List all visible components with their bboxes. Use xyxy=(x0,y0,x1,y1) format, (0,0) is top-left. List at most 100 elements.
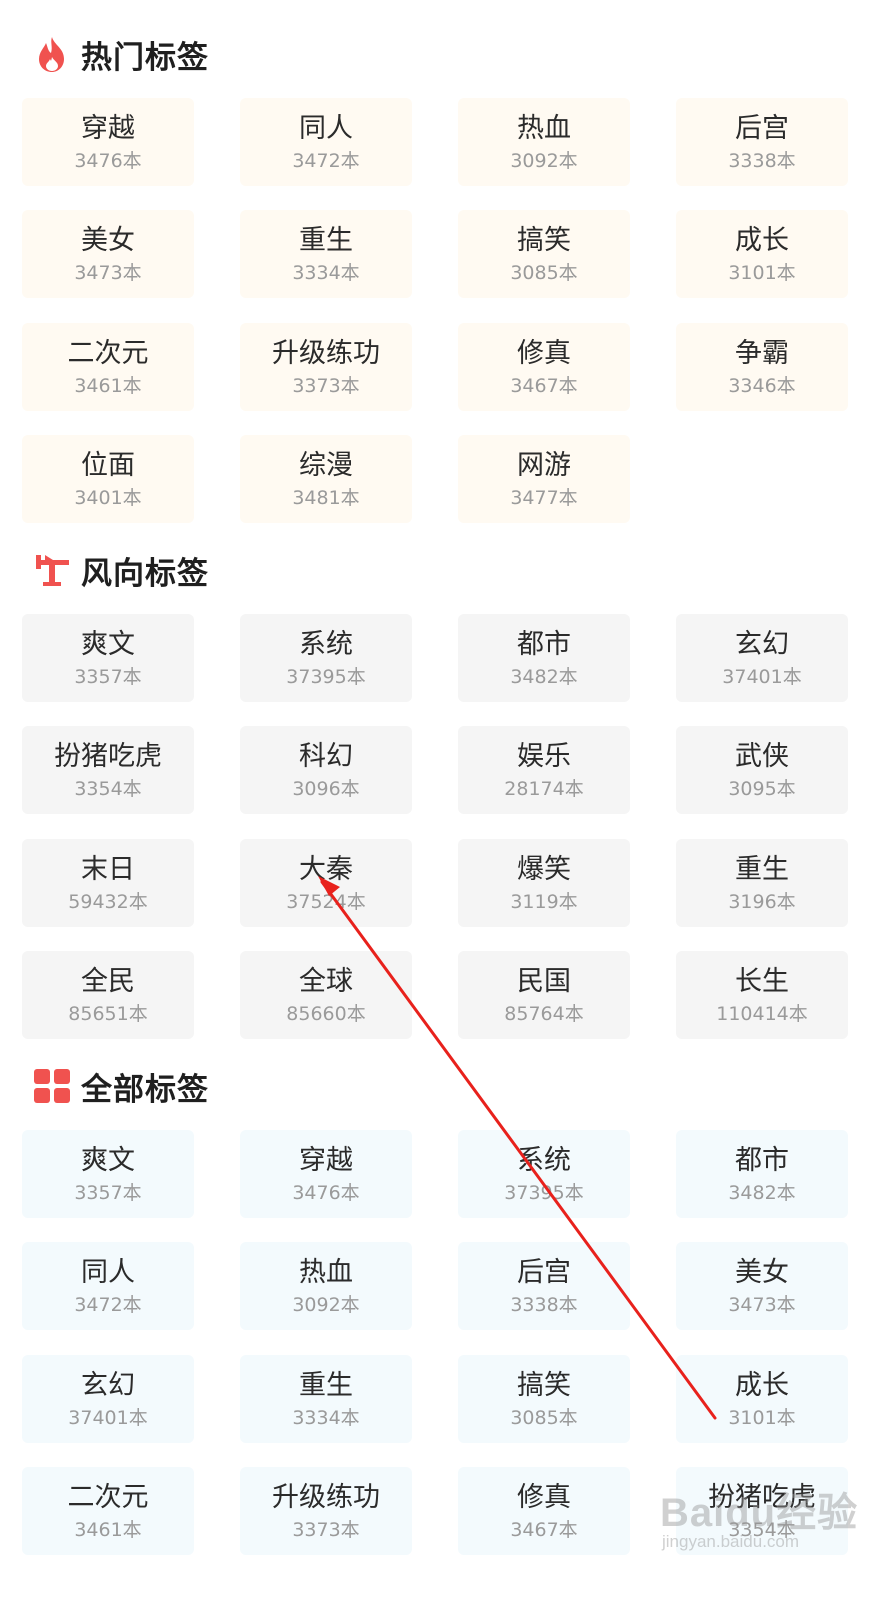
tag-count: 3373本 xyxy=(292,1519,360,1541)
tag-tile[interactable]: 后宫 3338本 xyxy=(676,98,848,186)
tag-tile[interactable]: 综漫 3481本 xyxy=(240,435,412,523)
tag-name: 成长 xyxy=(735,225,789,256)
tag-page: 热门标签 穿越 3476本 同人 3472本 热血 3092本 后宫 3338本 美女 3… xyxy=(0,0,873,1600)
tag-tile[interactable]: 科幻 3096本 xyxy=(240,726,412,814)
tag-count: 3101本 xyxy=(728,262,796,284)
tag-count: 3472本 xyxy=(292,150,360,172)
tag-tile[interactable]: 长生 110414本 xyxy=(676,951,848,1039)
weathervane-icon xyxy=(33,551,71,589)
tag-count: 3461本 xyxy=(74,1519,142,1541)
tag-tile[interactable]: 二次元 3461本 xyxy=(22,1467,194,1555)
tag-name: 大秦 xyxy=(299,854,353,885)
tag-name: 重生 xyxy=(299,1370,353,1401)
tag-count: 3196本 xyxy=(728,891,796,913)
section-title: 热门标签 xyxy=(81,39,209,76)
tag-count: 3476本 xyxy=(292,1182,360,1204)
tag-count: 3346本 xyxy=(728,375,796,397)
section-header: 风向标签 xyxy=(33,550,209,592)
tag-count: 59432本 xyxy=(68,891,148,913)
tag-tile[interactable]: 热血 3092本 xyxy=(458,98,630,186)
tag-name: 综漫 xyxy=(299,450,353,481)
tag-count: 3101本 xyxy=(728,1407,796,1429)
tag-tile[interactable]: 系统 37395本 xyxy=(458,1130,630,1218)
tag-tile[interactable]: 热血 3092本 xyxy=(240,1242,412,1330)
tag-tile[interactable]: 大秦 37524本 xyxy=(240,839,412,927)
tag-tile[interactable]: 后宫 3338本 xyxy=(458,1242,630,1330)
tag-tile[interactable]: 重生 3334本 xyxy=(240,210,412,298)
tag-name: 全球 xyxy=(299,966,353,997)
tag-count: 3473本 xyxy=(728,1294,796,1316)
tag-tile[interactable]: 扮猪吃虎 3354本 xyxy=(22,726,194,814)
tag-count: 3354本 xyxy=(74,778,142,800)
tag-name: 都市 xyxy=(517,629,571,660)
tag-tile[interactable]: 爽文 3357本 xyxy=(22,614,194,702)
tag-tile[interactable]: 爽文 3357本 xyxy=(22,1130,194,1218)
tag-tile[interactable]: 全民 85651本 xyxy=(22,951,194,1039)
tag-tile[interactable]: 系统 37395本 xyxy=(240,614,412,702)
tag-tile[interactable]: 搞笑 3085本 xyxy=(458,1355,630,1443)
tag-tile[interactable]: 末日 59432本 xyxy=(22,839,194,927)
tag-name: 后宫 xyxy=(517,1257,571,1288)
tag-tile[interactable]: 重生 3334本 xyxy=(240,1355,412,1443)
tag-count: 85660本 xyxy=(286,1003,366,1025)
section-header: 热门标签 xyxy=(33,34,209,76)
tag-tile[interactable]: 争霸 3346本 xyxy=(676,323,848,411)
tag-tile[interactable]: 同人 3472本 xyxy=(240,98,412,186)
tag-tile[interactable]: 都市 3482本 xyxy=(458,614,630,702)
tag-name: 搞笑 xyxy=(517,1370,571,1401)
tag-tile[interactable]: 同人 3472本 xyxy=(22,1242,194,1330)
tag-tile[interactable]: 武侠 3095本 xyxy=(676,726,848,814)
tag-name: 武侠 xyxy=(735,741,789,772)
tag-tile[interactable]: 修真 3467本 xyxy=(458,323,630,411)
tag-tile[interactable]: 修真 3467本 xyxy=(458,1467,630,1555)
tag-name: 系统 xyxy=(517,1145,571,1176)
tag-name: 民国 xyxy=(517,966,571,997)
tag-count: 3095本 xyxy=(728,778,796,800)
tag-count: 3461本 xyxy=(74,375,142,397)
tag-tile[interactable]: 成长 3101本 xyxy=(676,210,848,298)
tag-tile[interactable]: 位面 3401本 xyxy=(22,435,194,523)
tag-count: 3481本 xyxy=(292,487,360,509)
tag-tile[interactable]: 升级练功 3373本 xyxy=(240,323,412,411)
tag-tile[interactable]: 玄幻 37401本 xyxy=(22,1355,194,1443)
tag-count: 3482本 xyxy=(728,1182,796,1204)
tag-name: 同人 xyxy=(81,1257,135,1288)
tag-tile[interactable]: 玄幻 37401本 xyxy=(676,614,848,702)
tag-count: 85651本 xyxy=(68,1003,148,1025)
tag-tile[interactable]: 二次元 3461本 xyxy=(22,323,194,411)
tag-name: 爽文 xyxy=(81,1145,135,1176)
tag-count: 3472本 xyxy=(74,1294,142,1316)
tag-tile[interactable]: 穿越 3476本 xyxy=(22,98,194,186)
tag-tile[interactable]: 网游 3477本 xyxy=(458,435,630,523)
tag-name: 后宫 xyxy=(735,113,789,144)
tag-tile[interactable]: 娱乐 28174本 xyxy=(458,726,630,814)
tag-tile[interactable]: 穿越 3476本 xyxy=(240,1130,412,1218)
tag-count: 3354本 xyxy=(728,1519,796,1541)
tag-count: 3085本 xyxy=(510,1407,578,1429)
tag-count: 3467本 xyxy=(510,1519,578,1541)
tag-tile[interactable]: 扮猪吃虎 3354本 xyxy=(676,1467,848,1555)
tag-tile[interactable]: 美女 3473本 xyxy=(676,1242,848,1330)
tag-name: 搞笑 xyxy=(517,225,571,256)
tag-count: 37395本 xyxy=(286,666,366,688)
tag-name: 网游 xyxy=(517,450,571,481)
tag-name: 都市 xyxy=(735,1145,789,1176)
tag-count: 3092本 xyxy=(292,1294,360,1316)
tag-tile[interactable]: 美女 3473本 xyxy=(22,210,194,298)
tag-tile[interactable]: 爆笑 3119本 xyxy=(458,839,630,927)
tag-name: 玄幻 xyxy=(81,1370,135,1401)
tag-tile[interactable]: 重生 3196本 xyxy=(676,839,848,927)
tag-count: 3334本 xyxy=(292,1407,360,1429)
tag-tile[interactable]: 搞笑 3085本 xyxy=(458,210,630,298)
tag-tile[interactable]: 全球 85660本 xyxy=(240,951,412,1039)
tag-name: 成长 xyxy=(735,1370,789,1401)
tag-tile[interactable]: 成长 3101本 xyxy=(676,1355,848,1443)
tag-tile[interactable]: 民国 85764本 xyxy=(458,951,630,1039)
tag-name: 二次元 xyxy=(67,338,149,369)
tag-tile[interactable]: 都市 3482本 xyxy=(676,1130,848,1218)
tag-count: 37401本 xyxy=(68,1407,148,1429)
tag-count: 3482本 xyxy=(510,666,578,688)
tag-name: 长生 xyxy=(735,966,789,997)
tag-tile[interactable]: 升级练功 3373本 xyxy=(240,1467,412,1555)
tag-name: 爆笑 xyxy=(517,854,571,885)
